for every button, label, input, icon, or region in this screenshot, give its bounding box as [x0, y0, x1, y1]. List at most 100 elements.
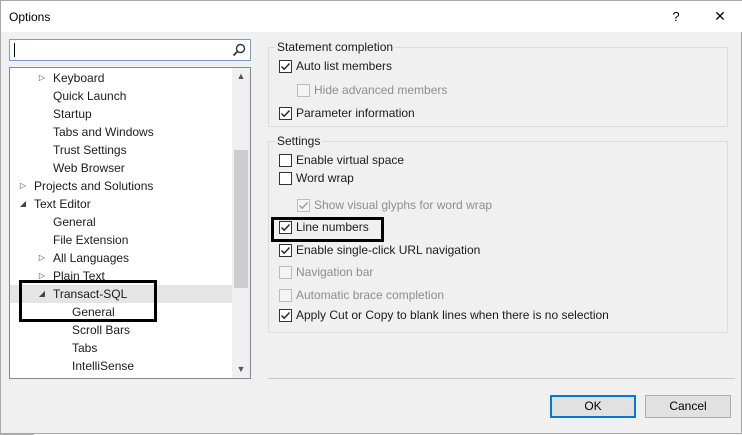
options-dialog: Options ? ✕ ▷ XML IntelliSense Tabs Scroll B… — [0, 0, 742, 435]
tree-item[interactable]: ▷ Plain Text — [10, 267, 232, 285]
collapsed-arrow-icon[interactable]: ▷ — [37, 69, 47, 87]
tree-item[interactable]: Tabs and Windows — [10, 123, 232, 141]
expander-placeholder — [37, 141, 47, 159]
ok-button[interactable]: OK — [550, 395, 636, 418]
option-label: Line numbers — [296, 220, 369, 234]
checkmark-icon — [281, 247, 291, 255]
cancel-button[interactable]: Cancel — [645, 395, 731, 418]
expanded-arrow-icon[interactable]: ◢ — [37, 285, 47, 303]
tree-item[interactable]: IntelliSense — [10, 357, 232, 375]
tree-item[interactable]: ▷ Keyboard — [10, 69, 232, 87]
tree-item-label: Scroll Bars — [72, 323, 131, 337]
expanded-arrow-icon[interactable]: ◢ — [18, 195, 28, 213]
checkbox[interactable] — [279, 221, 292, 234]
statement-completion-title: Statement completion — [275, 40, 396, 54]
close-button[interactable]: ✕ — [697, 1, 742, 32]
checkbox[interactable] — [297, 84, 310, 97]
tree-item-label: File Extension — [53, 233, 129, 247]
expander-placeholder — [56, 321, 66, 339]
option-label: Show visual glyphs for word wrap — [314, 198, 493, 212]
tree-item-label: XML — [53, 375, 78, 378]
tree-item[interactable]: Tabs — [10, 339, 232, 357]
tree-item-label: All Languages — [53, 251, 130, 265]
expander-placeholder — [56, 357, 66, 375]
tree-item[interactable]: Scroll Bars — [10, 321, 232, 339]
checkbox[interactable] — [297, 199, 310, 212]
checkbox[interactable] — [279, 107, 292, 120]
settings-group — [268, 141, 728, 333]
option-label: Word wrap — [296, 171, 354, 185]
expander-placeholder — [37, 105, 47, 123]
footer-separator — [268, 378, 735, 379]
tree-item-label: Tabs and Windows — [53, 125, 154, 139]
scroll-up-icon[interactable]: ▲ — [232, 68, 250, 85]
tree-item-label: Quick Launch — [53, 89, 127, 103]
tree-item-label: Tabs — [72, 341, 98, 355]
tree-scrollbar[interactable]: ▲ ▼ — [232, 68, 250, 378]
collapsed-arrow-icon[interactable]: ▷ — [37, 267, 47, 285]
close-icon: ✕ — [714, 8, 726, 24]
checkmark-icon — [299, 202, 309, 210]
tree-item[interactable]: ◢ Text Editor — [10, 195, 232, 213]
tree-item[interactable]: General — [10, 303, 232, 321]
checkbox[interactable] — [279, 244, 292, 257]
title-bar: Options ? ✕ — [1, 1, 742, 32]
option-label: Apply Cut or Copy to blank lines when th… — [296, 308, 609, 322]
tree-item[interactable]: Startup — [10, 105, 232, 123]
checkmark-icon — [281, 224, 291, 232]
search-icon[interactable] — [231, 42, 247, 58]
option-label: Parameter information — [296, 106, 415, 120]
help-button[interactable]: ? — [653, 1, 699, 32]
checkmark-icon — [281, 110, 291, 118]
checkbox[interactable] — [279, 289, 292, 302]
checkbox[interactable] — [279, 60, 292, 73]
scroll-thumb[interactable] — [234, 150, 248, 288]
checkbox[interactable] — [279, 266, 292, 279]
tree-item[interactable]: ▷ XML — [10, 375, 232, 378]
tree-item[interactable]: General — [10, 213, 232, 231]
search-input[interactable] — [12, 42, 228, 58]
checkmark-icon — [281, 312, 291, 320]
checkbox[interactable] — [279, 309, 292, 322]
settings-title: Settings — [275, 134, 323, 148]
checkmark-icon — [281, 63, 291, 71]
tree-item[interactable]: File Extension — [10, 231, 232, 249]
expander-placeholder — [56, 339, 66, 357]
tree-item-label: Startup — [53, 107, 92, 121]
tree-item-label: Projects and Solutions — [34, 179, 154, 193]
expander-placeholder — [37, 123, 47, 141]
search-box[interactable] — [9, 39, 251, 61]
tree-item-label: General — [72, 305, 115, 319]
tree-item-label: Plain Text — [53, 269, 105, 283]
tree-item-label: Web Browser — [53, 161, 125, 175]
expander-placeholder — [37, 159, 47, 177]
tree-item-label: Keyboard — [53, 71, 105, 85]
option-label: Navigation bar — [296, 265, 374, 279]
window-title: Options — [9, 10, 51, 24]
tree-item[interactable]: Web Browser — [10, 159, 232, 177]
option-label: Enable single-click URL navigation — [296, 243, 481, 257]
tree-item[interactable]: Quick Launch — [10, 87, 232, 105]
tree-item[interactable]: ◢ Transact-SQL — [10, 285, 232, 303]
expander-placeholder — [37, 213, 47, 231]
tree-item-label: General — [53, 215, 96, 229]
tree-item-label: Transact-SQL — [53, 287, 128, 301]
collapsed-arrow-icon[interactable]: ▷ — [37, 375, 47, 378]
checkbox[interactable] — [279, 154, 292, 167]
collapsed-arrow-icon[interactable]: ▷ — [18, 177, 28, 195]
tree-item[interactable]: ▷ Projects and Solutions — [10, 177, 232, 195]
tree-item-label: Text Editor — [34, 197, 91, 211]
help-icon: ? — [672, 9, 680, 24]
option-label: Hide advanced members — [314, 83, 448, 97]
collapsed-arrow-icon[interactable]: ▷ — [37, 249, 47, 267]
options-tree: ▷ XML IntelliSense Tabs Scroll Bars General ◢ T… — [9, 67, 251, 379]
checkbox[interactable] — [279, 172, 292, 185]
scroll-down-icon[interactable]: ▼ — [232, 361, 250, 378]
expander-placeholder — [56, 303, 66, 321]
tree-item[interactable]: ▷ All Languages — [10, 249, 232, 267]
option-label: Automatic brace completion — [296, 288, 445, 302]
expander-placeholder — [37, 231, 47, 249]
tree-item-label: IntelliSense — [72, 359, 135, 373]
tree-item[interactable]: Trust Settings — [10, 141, 232, 159]
option-label: Enable virtual space — [296, 153, 405, 167]
